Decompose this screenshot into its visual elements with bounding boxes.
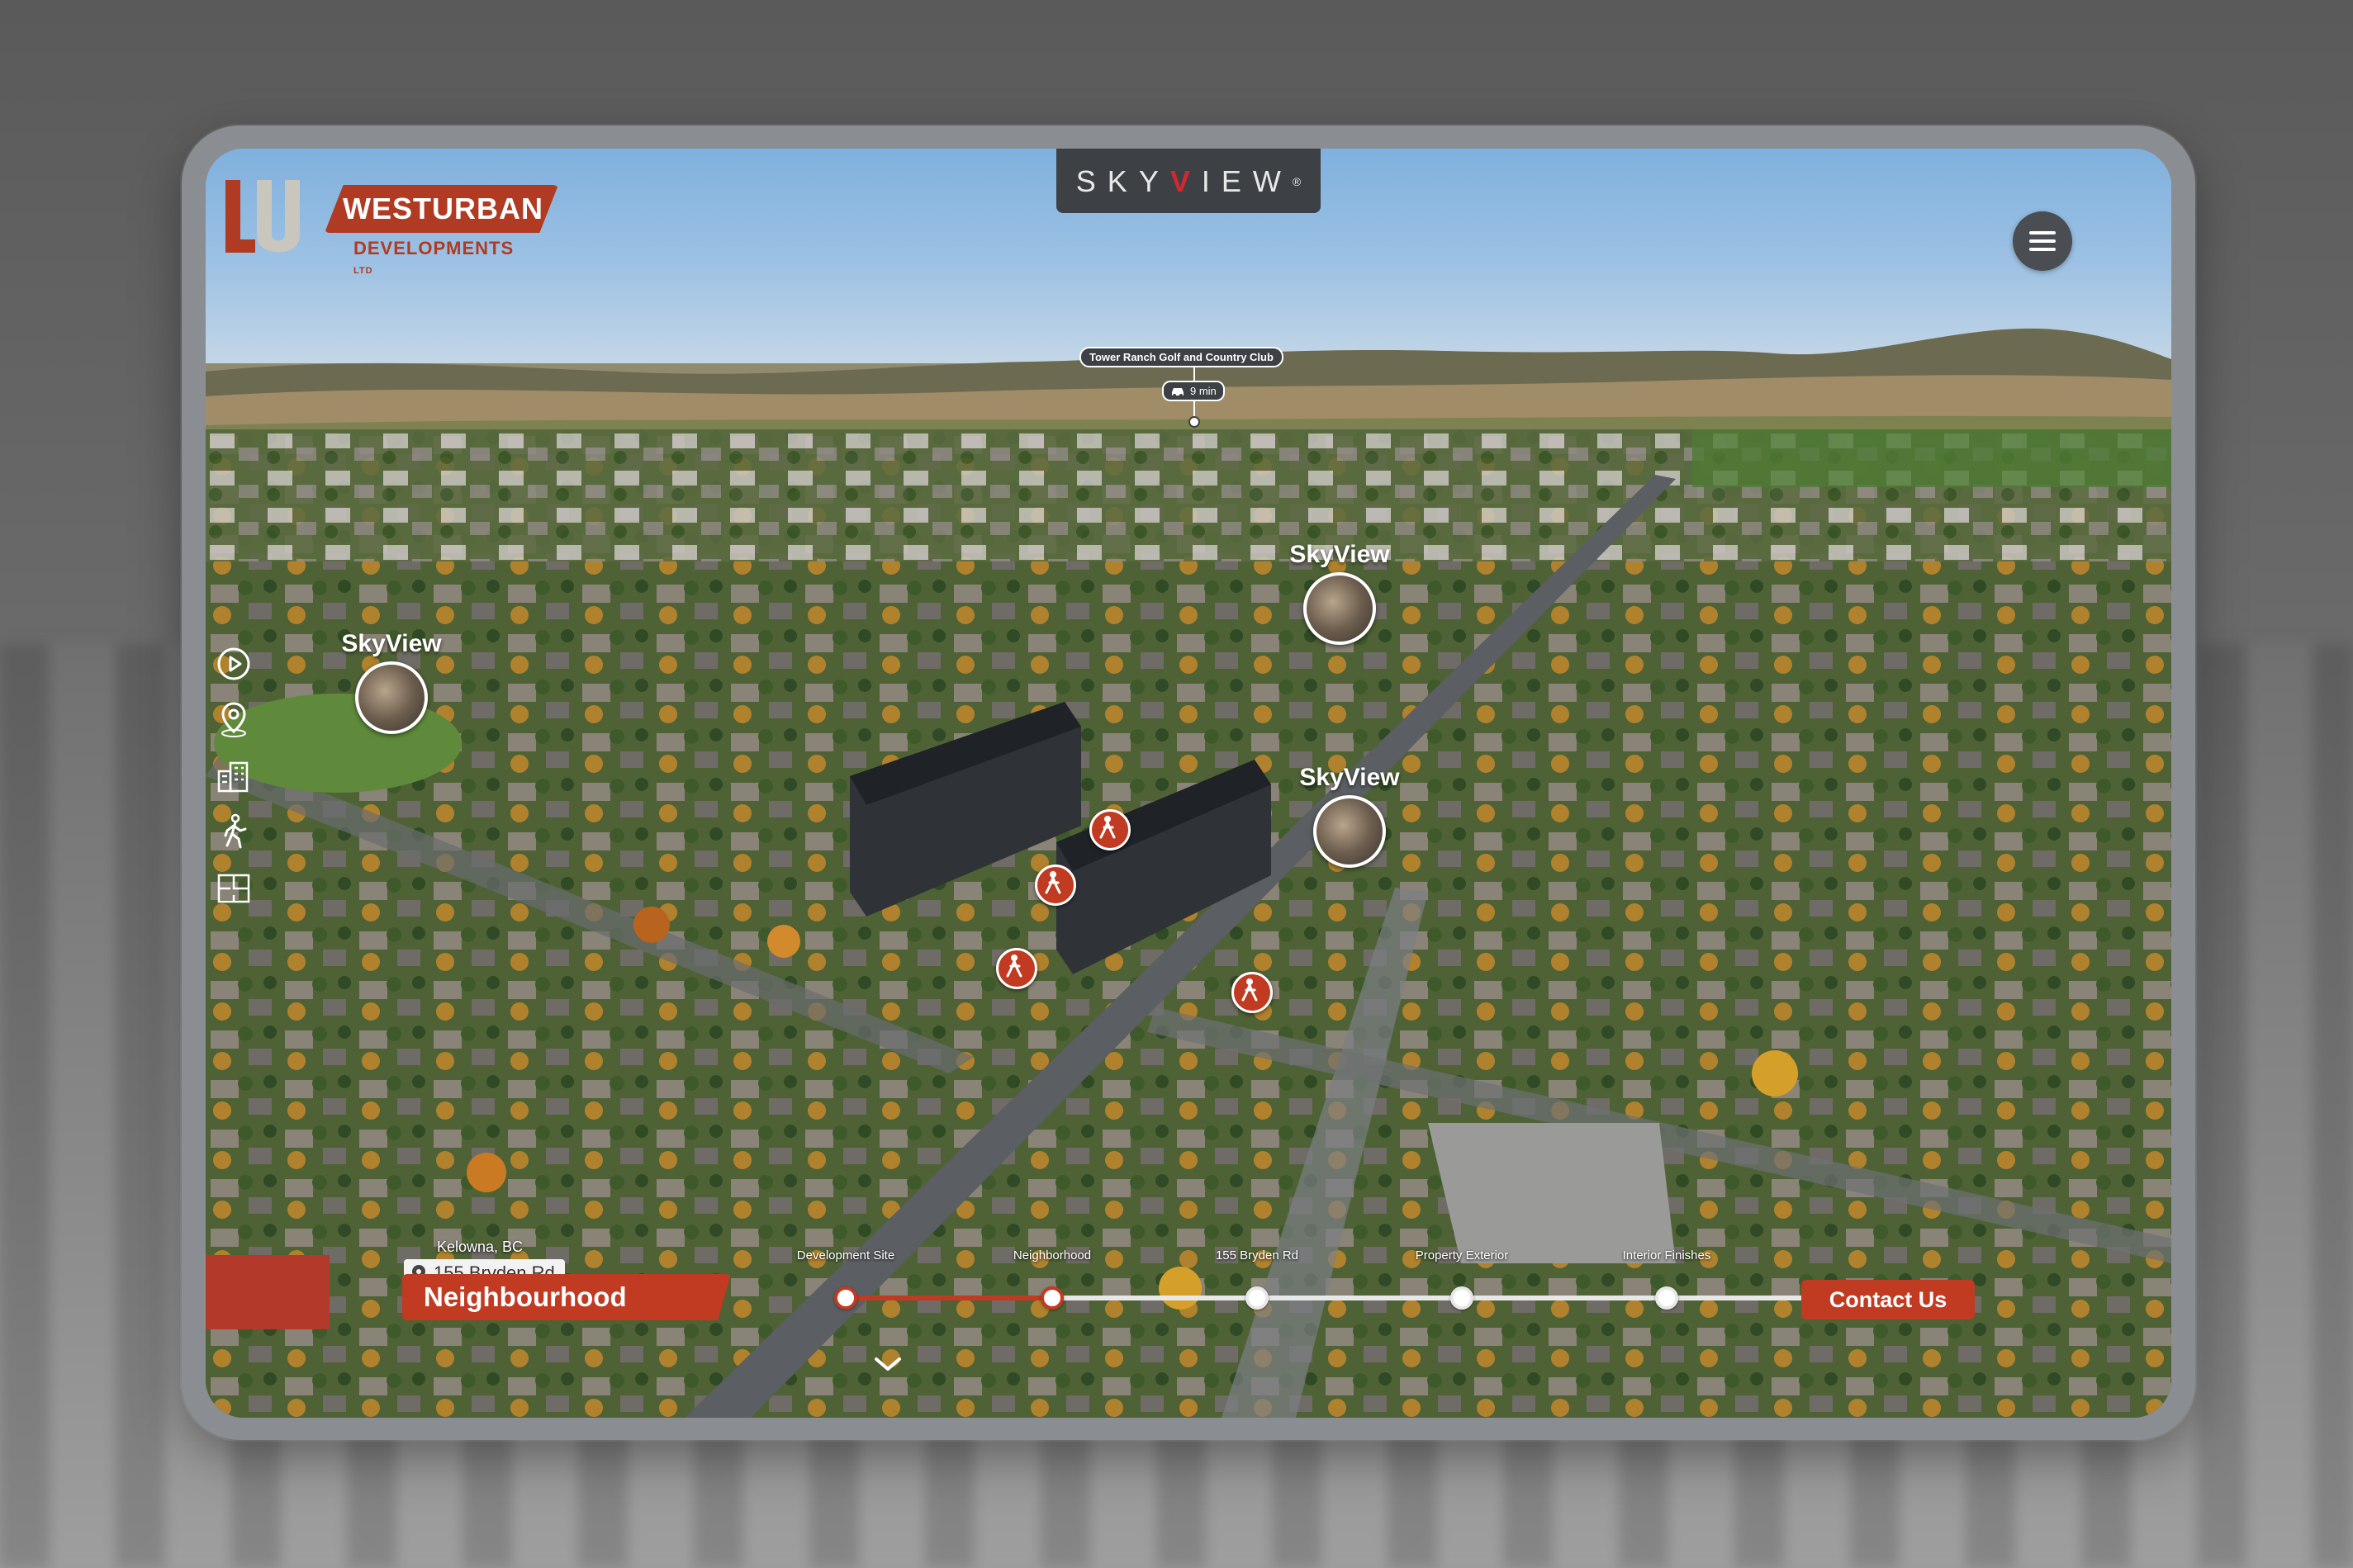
- skyview-pin-label: SkyView: [341, 630, 442, 657]
- walk-icon: [1045, 871, 1061, 894]
- brand-right: IEW: [1201, 164, 1293, 198]
- walk-pin[interactable]: [1231, 972, 1273, 1013]
- timeline-step-dot: [1655, 1286, 1678, 1310]
- poi-drive-time: 9 min: [1162, 381, 1225, 401]
- timeline-step-dot: [1245, 1286, 1269, 1310]
- poi-marker[interactable]: Tower Ranch Golf and Country Club 9 min: [1079, 347, 1283, 428]
- walk-pin[interactable]: [996, 948, 1037, 989]
- current-section-title: Neighbourhood: [402, 1274, 731, 1320]
- walk-pin[interactable]: [1035, 865, 1076, 906]
- brand-v: V: [1169, 164, 1202, 198]
- logo-wordmark: WESTURBAN: [325, 185, 558, 233]
- skyview-pin[interactable]: SkyView: [1282, 541, 1397, 645]
- skyview-brand: SKYVIEW®: [1056, 149, 1321, 213]
- timeline-step-label: Interior Finishes: [1622, 1248, 1711, 1262]
- aerial-viewer[interactable]: WESTURBAN DEVELOPMENTS LTD SKYVIEW® Towe…: [206, 149, 2171, 1418]
- walk-icon: [1006, 955, 1022, 978]
- menu-bar: [2029, 231, 2056, 234]
- logo-subtitle-text: DEVELOPMENTS: [353, 238, 515, 258]
- side-nav: [206, 644, 265, 925]
- poi-stem: [1193, 367, 1195, 381]
- side-nav-building[interactable]: [214, 756, 254, 796]
- brand-left: SKY: [1075, 164, 1170, 198]
- poi-stem: [1193, 401, 1195, 416]
- logo-mark-icon: [225, 180, 300, 253]
- skyview-pin[interactable]: SkyView: [1292, 764, 1407, 868]
- skyview-pin-label: SkyView: [1289, 541, 1390, 568]
- side-nav-play[interactable]: [214, 644, 254, 684]
- side-nav-floorplan[interactable]: [214, 869, 254, 908]
- car-icon: [1172, 387, 1184, 397]
- skyview-pin-label: SkyView: [1299, 764, 1400, 791]
- building-icon: [217, 761, 249, 793]
- side-nav-walk[interactable]: [214, 812, 254, 852]
- chevron-down-icon[interactable]: [871, 1354, 904, 1374]
- timeline-step-dot: [1041, 1286, 1064, 1310]
- walk-pin[interactable]: [1089, 809, 1131, 850]
- timeline-step-label: 155 Bryden Rd: [1215, 1248, 1299, 1262]
- timeline-step-label: Development Site: [796, 1248, 895, 1262]
- side-nav-location[interactable]: [214, 700, 254, 740]
- skyview-pin[interactable]: SkyView: [334, 630, 449, 734]
- drive-time-text: 9 min: [1190, 385, 1217, 397]
- timeline-step-label: Neighborhood: [1013, 1248, 1092, 1262]
- address-city: Kelowna, BC: [437, 1239, 524, 1255]
- menu-bar: [2029, 248, 2056, 251]
- poi-label: Tower Ranch Golf and Country Club: [1079, 347, 1283, 367]
- skyview-thumbnail: [1303, 572, 1376, 645]
- walk-icon: [224, 813, 247, 849]
- timeline-progress: [846, 1296, 1051, 1300]
- brand-reg: ®: [1292, 175, 1302, 188]
- logo-ltd: LTD: [353, 266, 373, 277]
- timeline-step-dot: [1450, 1286, 1473, 1310]
- skyview-thumbnail: [1313, 795, 1386, 868]
- tour-timeline: Development Site Neighborhood 155 Bryden…: [797, 1248, 1870, 1323]
- hamburger-menu-button[interactable]: [2013, 211, 2072, 271]
- menu-bar: [2029, 239, 2056, 243]
- contact-us-button[interactable]: Contact Us: [1801, 1280, 1975, 1319]
- location-icon: [221, 702, 246, 737]
- timeline-step-label: Property Exterior: [1415, 1248, 1509, 1262]
- skyview-thumbnail: [355, 661, 428, 734]
- walk-icon: [1099, 816, 1116, 839]
- play-icon: [217, 647, 250, 680]
- walk-icon: [1241, 978, 1258, 1002]
- westurban-logo[interactable]: WESTURBAN DEVELOPMENTS LTD: [217, 172, 558, 276]
- floorplan-icon: [217, 874, 250, 903]
- timeline-step-dot: [834, 1286, 857, 1310]
- poi-dot: [1188, 416, 1200, 428]
- logo-subtitle: DEVELOPMENTS LTD: [353, 238, 523, 281]
